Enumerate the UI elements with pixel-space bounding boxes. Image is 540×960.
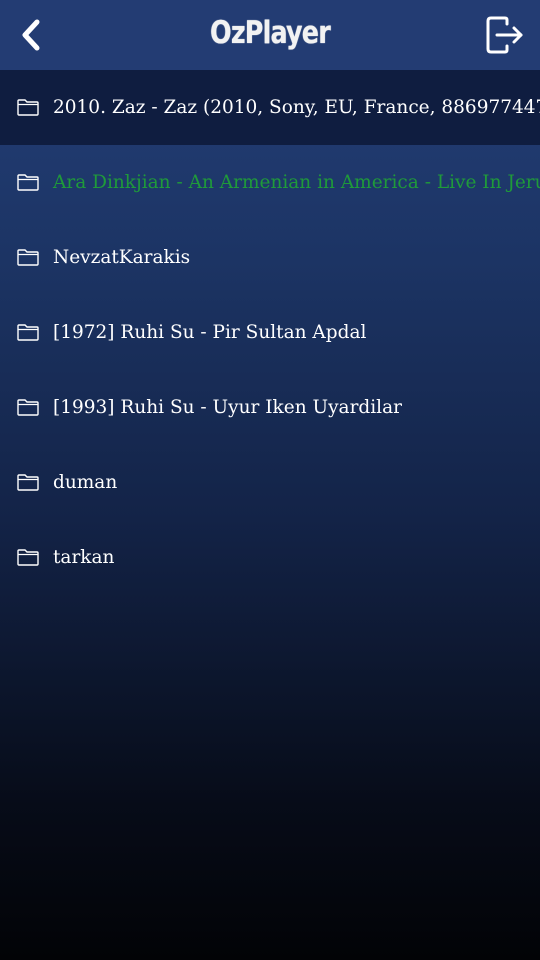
logout-icon: [486, 16, 523, 54]
folder-name: Ara Dinkjian - An Armenian in America - …: [53, 172, 540, 193]
folder-name: duman: [53, 472, 118, 493]
app-logo: OzPlayer: [210, 15, 331, 51]
folder-list: 2010. Zaz - Zaz (2010, Sony, EU, France,…: [0, 70, 540, 595]
folder-row[interactable]: tarkan: [0, 520, 540, 595]
folder-row[interactable]: [1993] Ruhi Su - Uyur Iken Uyardilar: [0, 370, 540, 445]
folder-icon: [17, 474, 39, 491]
folder-icon: [17, 249, 39, 266]
folder-row[interactable]: duman: [0, 445, 540, 520]
folder-name: tarkan: [53, 547, 115, 568]
folder-name: [1972] Ruhi Su - Pir Sultan Apdal: [53, 322, 367, 343]
folder-icon: [17, 324, 39, 341]
folder-row[interactable]: 2010. Zaz - Zaz (2010, Sony, EU, France,…: [0, 70, 540, 145]
folder-icon: [17, 99, 39, 116]
folder-row[interactable]: Ara Dinkjian - An Armenian in America - …: [0, 145, 540, 220]
logout-button[interactable]: [482, 12, 528, 58]
folder-row[interactable]: NevzatKarakis: [0, 220, 540, 295]
chevron-left-icon: [22, 19, 40, 51]
folder-row[interactable]: [1972] Ruhi Su - Pir Sultan Apdal: [0, 295, 540, 370]
folder-icon: [17, 399, 39, 416]
back-button[interactable]: [10, 14, 52, 56]
folder-icon: [17, 174, 39, 191]
app-header: OzPlayer: [0, 0, 540, 70]
folder-name: 2010. Zaz - Zaz (2010, Sony, EU, France,…: [53, 97, 540, 118]
folder-name: [1993] Ruhi Su - Uyur Iken Uyardilar: [53, 397, 402, 418]
folder-icon: [17, 549, 39, 566]
folder-name: NevzatKarakis: [53, 247, 191, 268]
